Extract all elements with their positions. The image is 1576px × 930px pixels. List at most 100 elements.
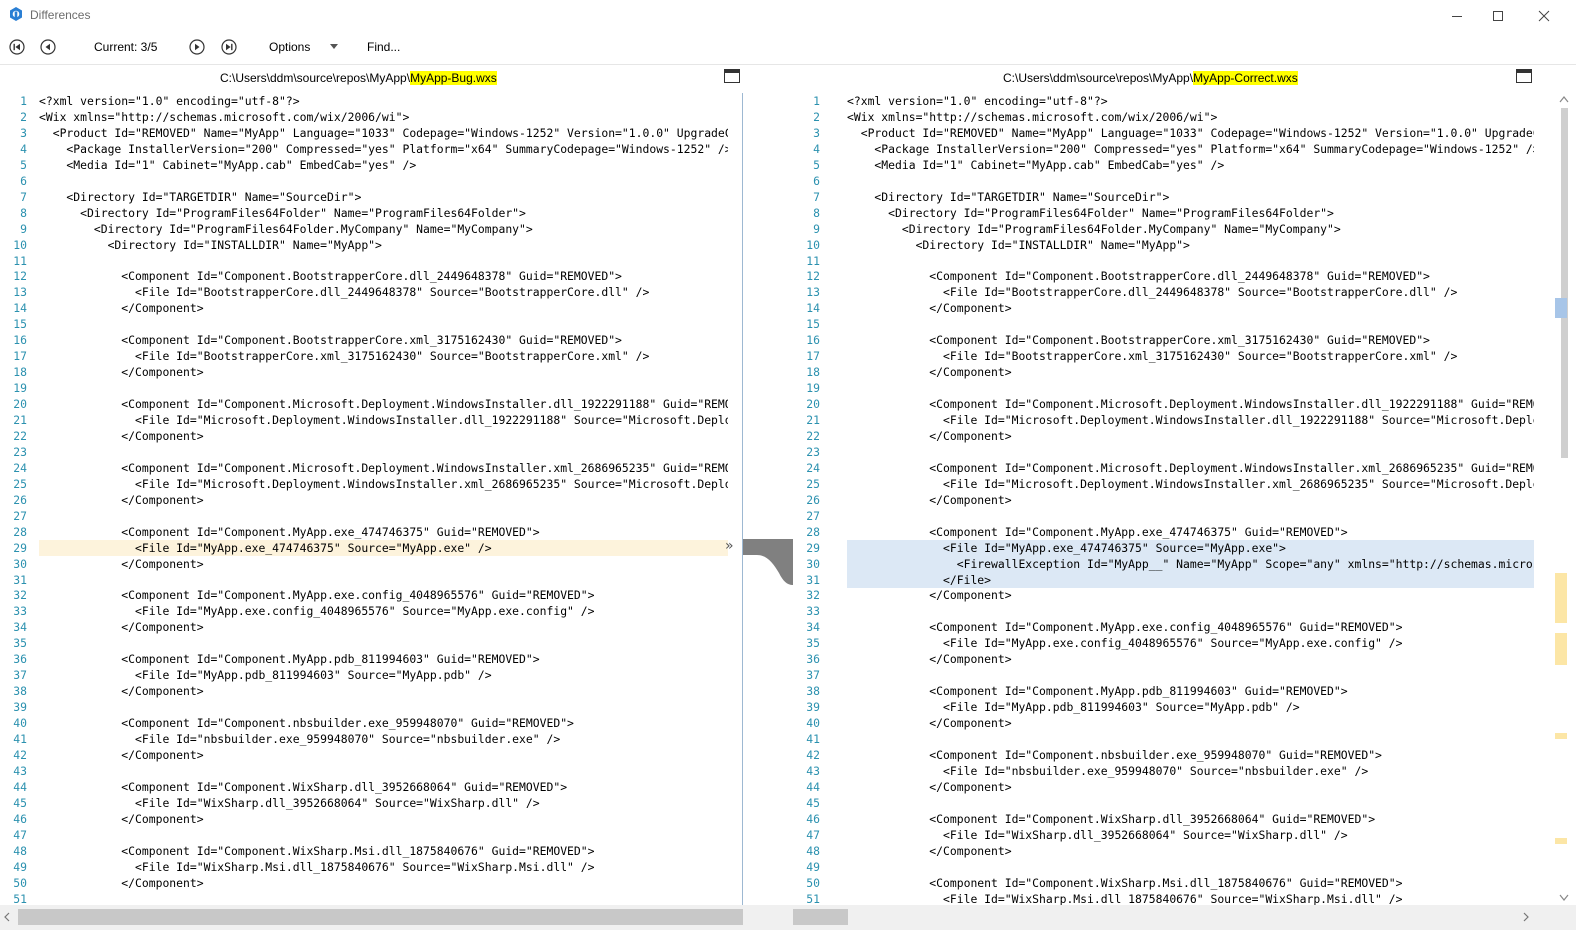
code-line[interactable]: 36 </Component> <box>793 651 1534 667</box>
code-line[interactable]: 31 </File> <box>793 571 1534 588</box>
code-line[interactable]: 13 <File Id="BootstrapperCore.dll_244964… <box>0 284 728 300</box>
code-line[interactable]: 45 <File Id="WixSharp.dll_3952668064" So… <box>0 795 728 811</box>
code-line[interactable]: 6 <box>793 173 1534 189</box>
code-line[interactable]: 50 </Component> <box>0 875 728 891</box>
code-line[interactable]: 11 <box>793 253 1534 269</box>
code-line[interactable]: 35 <box>0 635 728 651</box>
code-line[interactable]: 5 <Media Id="1" Cabinet="MyApp.cab" Embe… <box>0 157 728 173</box>
code-line[interactable]: 49 <File Id="WixSharp.Msi.dll_1875840676… <box>0 859 728 875</box>
right-code-pane[interactable]: 1 <?xml version="1.0" encoding="utf-8"?> 2… <box>793 93 1552 905</box>
vertical-scrollbar[interactable] <box>1552 93 1576 905</box>
code-line[interactable]: 33 <box>793 603 1534 619</box>
code-line[interactable]: 48 <Component Id="Component.WixSharp.Msi… <box>0 843 728 859</box>
code-line[interactable]: 22 </Component> <box>0 428 728 444</box>
code-line[interactable]: 8 <Directory Id="ProgramFiles64Folder" N… <box>793 205 1534 221</box>
code-line[interactable]: 38 <Component Id="Component.MyApp.pdb_81… <box>793 683 1534 699</box>
horizontal-scrollbar[interactable] <box>0 905 1576 930</box>
code-line[interactable]: 28 <Component Id="Component.MyApp.exe_47… <box>793 524 1534 540</box>
code-line[interactable]: 10 <Directory Id="INSTALLDIR" Name="MyAp… <box>793 237 1534 253</box>
code-line[interactable]: 31 <box>0 572 728 588</box>
code-line[interactable]: 28 <Component Id="Component.MyApp.exe_47… <box>0 524 728 540</box>
code-line[interactable]: 13 <File Id="BootstrapperCore.dll_244964… <box>793 284 1534 300</box>
left-pane-layout-icon[interactable] <box>724 69 740 83</box>
code-line[interactable]: 30 <FirewallException Id="MyApp__" Name=… <box>793 555 1534 572</box>
code-line[interactable]: 50 <Component Id="Component.WixSharp.Msi… <box>793 875 1534 891</box>
right-pane-layout-icon[interactable] <box>1516 69 1532 83</box>
code-line[interactable]: 49 <box>793 859 1534 875</box>
code-line[interactable]: 42 </Component> <box>0 747 728 763</box>
code-line[interactable]: 3 <Product Id="REMOVED" Name="MyApp" Lan… <box>793 125 1534 141</box>
code-line[interactable]: 38 </Component> <box>0 683 728 699</box>
code-line[interactable]: 37 <box>793 667 1534 683</box>
code-line[interactable]: 17 <File Id="BootstrapperCore.xml_317516… <box>793 348 1534 364</box>
code-line[interactable]: 20 <Component Id="Component.Microsoft.De… <box>793 396 1534 412</box>
code-line[interactable]: 29 <File Id="MyApp.exe_474746375" Source… <box>793 539 1534 556</box>
code-line[interactable]: 44 </Component> <box>793 779 1534 795</box>
code-line[interactable]: 47 <File Id="WixSharp.dll_3952668064" So… <box>793 827 1534 843</box>
code-line[interactable]: 1 <?xml version="1.0" encoding="utf-8"?> <box>793 93 1534 109</box>
code-line[interactable]: 7 <Directory Id="TARGETDIR" Name="Source… <box>793 189 1534 205</box>
code-line[interactable]: 25 <File Id="Microsoft.Deployment.Window… <box>793 476 1534 492</box>
code-line[interactable]: 14 </Component> <box>793 300 1534 316</box>
code-line[interactable]: 17 <File Id="BootstrapperCore.xml_317516… <box>0 348 728 364</box>
code-line[interactable]: 41 <File Id="nbsbuilder.exe_959948070" S… <box>0 731 728 747</box>
code-line[interactable]: 7 <Directory Id="TARGETDIR" Name="Source… <box>0 189 728 205</box>
code-line[interactable]: 51 <box>0 891 728 906</box>
code-line[interactable]: 25 <File Id="Microsoft.Deployment.Window… <box>0 476 728 492</box>
code-line[interactable]: 9 <Directory Id="ProgramFiles64Folder.My… <box>793 221 1534 237</box>
code-line[interactable]: 12 <Component Id="Component.Bootstrapper… <box>793 268 1534 284</box>
maximize-button[interactable] <box>1475 0 1521 31</box>
code-line[interactable]: 21 <File Id="Microsoft.Deployment.Window… <box>0 412 728 428</box>
code-line[interactable]: 19 <box>793 380 1534 396</box>
code-line[interactable]: 18 </Component> <box>793 364 1534 380</box>
code-line[interactable]: 36 <Component Id="Component.MyApp.pdb_81… <box>0 651 728 667</box>
code-line[interactable]: 9 <Directory Id="ProgramFiles64Folder.My… <box>0 221 728 237</box>
previous-difference-icon[interactable] <box>40 39 56 55</box>
code-line[interactable]: 20 <Component Id="Component.Microsoft.De… <box>0 396 728 412</box>
code-line[interactable]: 18 </Component> <box>0 364 728 380</box>
code-line[interactable]: 44 <Component Id="Component.WixSharp.dll… <box>0 779 728 795</box>
code-line[interactable]: 10 <Directory Id="INSTALLDIR" Name="MyAp… <box>0 237 728 253</box>
code-line[interactable]: 21 <File Id="Microsoft.Deployment.Window… <box>793 412 1534 428</box>
code-line[interactable]: 37 <File Id="MyApp.pdb_811994603" Source… <box>0 667 728 683</box>
code-line[interactable]: 27 <box>0 508 728 524</box>
code-line[interactable]: 5 <Media Id="1" Cabinet="MyApp.cab" Embe… <box>793 157 1534 173</box>
code-line[interactable]: 46 <Component Id="Component.WixSharp.dll… <box>793 811 1534 827</box>
code-line[interactable]: 34 </Component> <box>0 619 728 635</box>
code-line[interactable]: 35 <File Id="MyApp.exe.config_4048965576… <box>793 635 1534 651</box>
code-line[interactable]: 4 <Package InstallerVersion="200" Compre… <box>793 141 1534 157</box>
code-line[interactable]: 16 <Component Id="Component.Bootstrapper… <box>0 332 728 348</box>
code-line[interactable]: 39 <File Id="MyApp.pdb_811994603" Source… <box>793 699 1534 715</box>
code-line[interactable]: 40 <Component Id="Component.nbsbuilder.e… <box>0 715 728 731</box>
code-line[interactable]: 47 <box>0 827 728 843</box>
minimize-button[interactable] <box>1434 0 1480 31</box>
code-line[interactable]: 32 <Component Id="Component.MyApp.exe.co… <box>0 587 728 603</box>
last-difference-icon[interactable] <box>221 39 237 55</box>
code-line[interactable]: 15 <box>793 316 1534 332</box>
code-line[interactable]: 26 </Component> <box>0 492 728 508</box>
close-button[interactable] <box>1521 0 1567 31</box>
code-line[interactable]: 46 </Component> <box>0 811 728 827</box>
code-line[interactable]: 8 <Directory Id="ProgramFiles64Folder" N… <box>0 205 728 221</box>
code-line[interactable]: 48 </Component> <box>793 843 1534 859</box>
code-line[interactable]: 19 <box>0 380 728 396</box>
code-line[interactable]: 39 <box>0 699 728 715</box>
code-line[interactable]: 24 <Component Id="Component.Microsoft.De… <box>0 460 728 476</box>
code-line[interactable]: 27 <box>793 508 1534 524</box>
code-line[interactable]: 12 <Component Id="Component.Bootstrapper… <box>0 268 728 284</box>
code-line[interactable]: 3 <Product Id="REMOVED" Name="MyApp" Lan… <box>0 125 728 141</box>
code-line[interactable]: 2 <Wix xmlns="http://schemas.microsoft.co… <box>0 109 728 125</box>
code-line[interactable]: 15 <box>0 316 728 332</box>
code-line[interactable]: 40 </Component> <box>793 715 1534 731</box>
code-line[interactable]: 16 <Component Id="Component.Bootstrapper… <box>793 332 1534 348</box>
code-line[interactable]: 42 <Component Id="Component.nbsbuilder.e… <box>793 747 1534 763</box>
code-line[interactable]: 45 <box>793 795 1534 811</box>
code-line[interactable]: 30 </Component> <box>0 556 728 572</box>
options-menu[interactable]: Options <box>269 40 310 54</box>
code-line[interactable]: 33 <File Id="MyApp.exe.config_4048965576… <box>0 603 728 619</box>
code-line[interactable]: 24 <Component Id="Component.Microsoft.De… <box>793 460 1534 476</box>
code-line[interactable]: 41 <box>793 731 1534 747</box>
next-difference-icon[interactable] <box>189 39 205 55</box>
code-line[interactable]: 4 <Package InstallerVersion="200" Compre… <box>0 141 728 157</box>
code-line[interactable]: 43 <box>0 763 728 779</box>
